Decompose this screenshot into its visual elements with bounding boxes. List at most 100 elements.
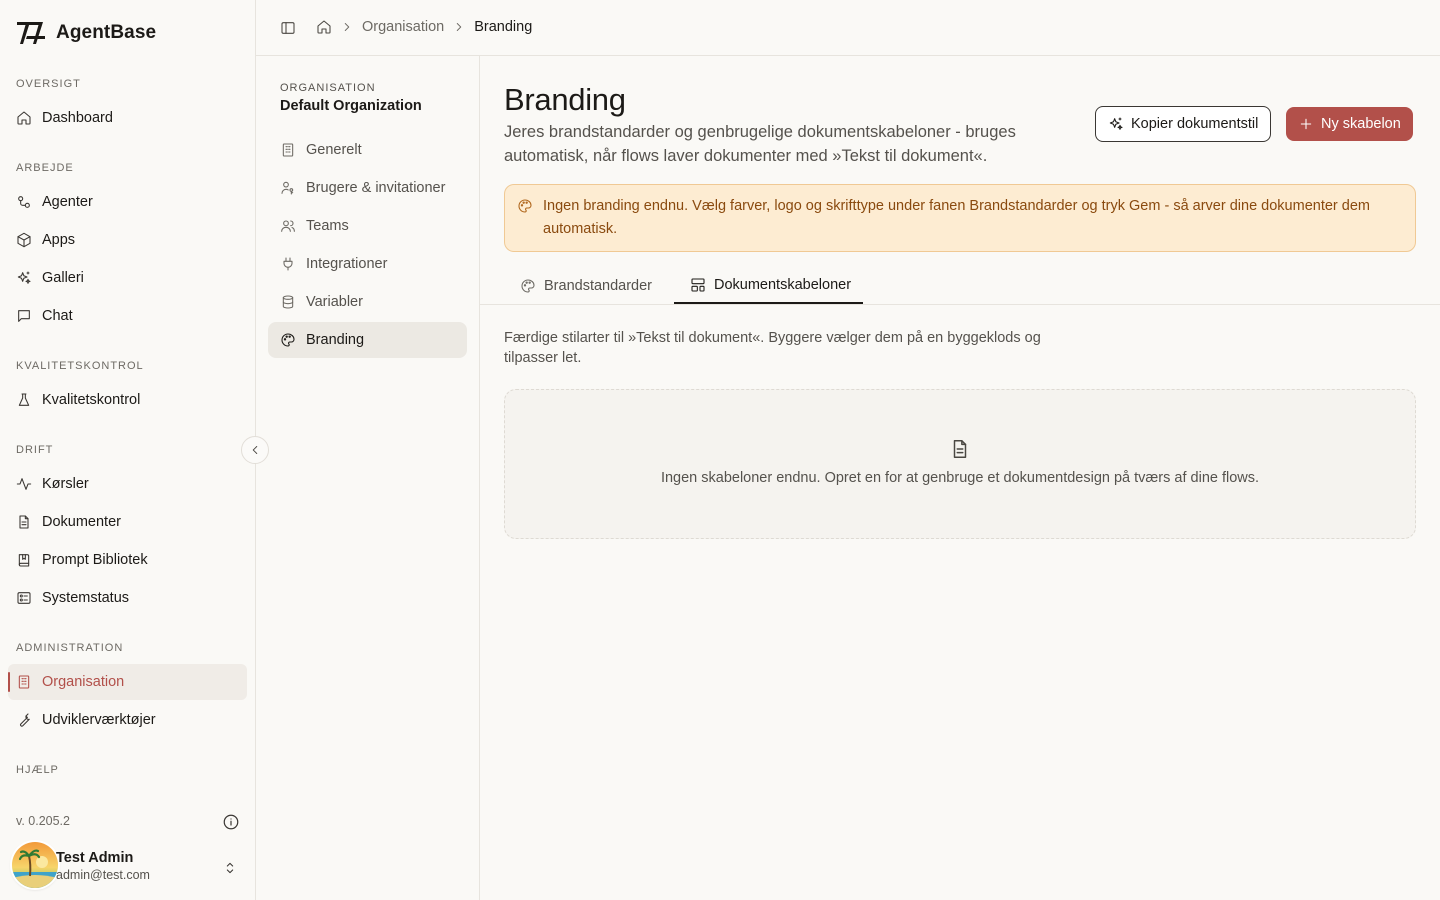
section-label-quality: KVALITETSKONTROL: [16, 360, 144, 372]
app-version: v. 0.205.2: [16, 814, 70, 828]
sidebar-item-prompt-library[interactable]: Prompt Bibliotek: [8, 542, 247, 578]
subnav-item-label: Teams: [306, 218, 349, 234]
info-icon[interactable]: [222, 813, 240, 831]
subnav-item-teams[interactable]: Teams: [268, 208, 467, 244]
sidebar-item-documents[interactable]: Dokumenter: [8, 504, 247, 540]
building-icon: [280, 142, 296, 158]
sidebar-item-label: Organisation: [42, 674, 125, 690]
new-template-label: Ny skabelon: [1321, 116, 1401, 132]
user-name: Test Admin: [56, 850, 134, 866]
org-name: Default Organization: [280, 98, 422, 114]
sidebar-item-label: Prompt Bibliotek: [42, 552, 148, 568]
agents-icon: [16, 194, 32, 210]
chat-icon: [16, 308, 32, 324]
brand[interactable]: AgentBase: [16, 20, 156, 46]
breadcrumb-organisation[interactable]: Organisation: [362, 19, 444, 35]
sidebar-item-label: Kørsler: [42, 476, 89, 492]
sidebar-item-label: Systemstatus: [42, 590, 130, 606]
subnav-item-label: Integrationer: [306, 256, 388, 272]
section-label-help: HJÆLP: [16, 764, 59, 776]
subnav-item-general[interactable]: Generelt: [268, 132, 467, 168]
user-menu[interactable]: Test Admin admin@test.com: [12, 842, 150, 888]
plus-icon: [1298, 116, 1314, 132]
sidebar-item-dashboard[interactable]: Dashboard: [8, 100, 247, 136]
user-email: admin@test.com: [56, 868, 150, 882]
home-icon[interactable]: [316, 19, 332, 35]
section-label-administration: ADMINISTRATION: [16, 642, 124, 654]
chevrons-up-down-icon[interactable]: [222, 860, 238, 876]
section-label-work: ARBEJDE: [16, 162, 74, 174]
palette-icon: [517, 198, 533, 214]
subnav-item-integrations[interactable]: Integrationer: [268, 246, 467, 282]
tab-label: Brandstandarder: [544, 278, 653, 294]
main-content: Branding Jeres brandstandarder og genbru…: [480, 56, 1440, 900]
sparkles-icon: [16, 270, 32, 286]
sidebar: AgentBase OVERSIGT Dashboard ARBEJDE Age…: [0, 0, 256, 900]
page-title: Branding: [504, 82, 626, 117]
new-template-button[interactable]: Ny skabelon: [1286, 107, 1413, 141]
sidebar-item-runs[interactable]: Kørsler: [8, 466, 247, 502]
server-status-icon: [16, 590, 32, 606]
chevron-left-icon: [248, 443, 262, 457]
document-icon: [16, 514, 32, 530]
breadcrumb: Organisation Branding: [316, 19, 532, 35]
book-icon: [16, 552, 32, 568]
tab-brand-standards[interactable]: Brandstandarder: [504, 268, 664, 304]
templates-description: Færdige stilarter til »Tekst til dokumen…: [504, 330, 1041, 366]
box-icon: [16, 232, 32, 248]
wrench-icon: [16, 712, 32, 728]
chevron-right-icon: [452, 20, 466, 34]
no-branding-alert: Ingen branding endnu. Vælg farver, logo …: [504, 184, 1416, 252]
sidebar-item-label: Udviklerværktøjer: [42, 712, 156, 728]
collapse-sidebar-button[interactable]: [241, 436, 269, 464]
layout-template-icon: [690, 277, 706, 293]
home-icon: [16, 110, 32, 126]
top-bar: Organisation Branding: [256, 0, 1440, 56]
palette-icon: [280, 332, 296, 348]
sidebar-item-label: Galleri: [42, 270, 84, 286]
sidebar-item-developer-tools[interactable]: Udviklerværktøjer: [8, 702, 247, 738]
subnav-item-label: Generelt: [306, 142, 362, 158]
sidebar-item-agents[interactable]: Agenter: [8, 184, 247, 220]
building-icon: [16, 674, 32, 690]
subnav-item-branding[interactable]: Branding: [268, 322, 467, 358]
file-text-icon: [949, 438, 971, 460]
flask-icon: [16, 392, 32, 408]
sparkles-icon: [1108, 116, 1124, 132]
avatar: [12, 842, 58, 888]
sidebar-item-label: Agenter: [42, 194, 93, 210]
subnav-item-label: Branding: [306, 332, 365, 348]
sidebar-item-organisation[interactable]: Organisation: [8, 664, 247, 700]
subnav-item-label: Brugere & invitationer: [306, 180, 446, 196]
sidebar-item-system-status[interactable]: Systemstatus: [8, 580, 247, 616]
activity-icon: [16, 476, 32, 492]
tab-document-templates[interactable]: Dokumentskabeloner: [674, 268, 864, 304]
panel-toggle-icon[interactable]: [280, 20, 296, 36]
subnav-item-label: Variabler: [306, 294, 363, 310]
subnav-item-users[interactable]: Brugere & invitationer: [268, 170, 467, 206]
agentbase-logo-icon: [17, 22, 45, 44]
sidebar-item-gallery[interactable]: Galleri: [8, 260, 247, 296]
plug-icon: [280, 256, 296, 272]
sidebar-item-label: Apps: [42, 232, 76, 248]
section-label-operations: DRIFT: [16, 444, 54, 456]
tab-bar: Brandstandarder Dokumentskabeloner: [480, 268, 1440, 305]
tab-label: Dokumentskabeloner: [714, 277, 852, 293]
breadcrumb-current: Branding: [474, 19, 533, 35]
alert-text: Ingen branding endnu. Vælg farver, logo …: [543, 198, 1370, 237]
org-label: ORGANISATION: [280, 82, 376, 94]
subnav-item-variables[interactable]: Variabler: [268, 284, 467, 320]
section-label-overview: OVERSIGT: [16, 78, 81, 90]
templates-empty-state: Ingen skabeloner endnu. Opret en for at …: [504, 389, 1416, 539]
empty-state-text: Ingen skabeloner endnu. Opret en for at …: [660, 470, 1260, 486]
app-name: AgentBase: [56, 22, 157, 43]
sidebar-item-chat[interactable]: Chat: [8, 298, 247, 334]
copy-document-style-button[interactable]: Kopier dokumentstil: [1095, 106, 1272, 142]
organisation-subnav: ORGANISATION Default Organization Genere…: [256, 56, 480, 900]
sidebar-item-quality-control[interactable]: Kvalitetskontrol: [8, 382, 247, 418]
sidebar-item-label: Dashboard: [42, 110, 113, 126]
sidebar-item-apps[interactable]: Apps: [8, 222, 247, 258]
user-key-icon: [280, 180, 296, 196]
users-icon: [280, 218, 296, 234]
chevron-right-icon: [340, 20, 354, 34]
